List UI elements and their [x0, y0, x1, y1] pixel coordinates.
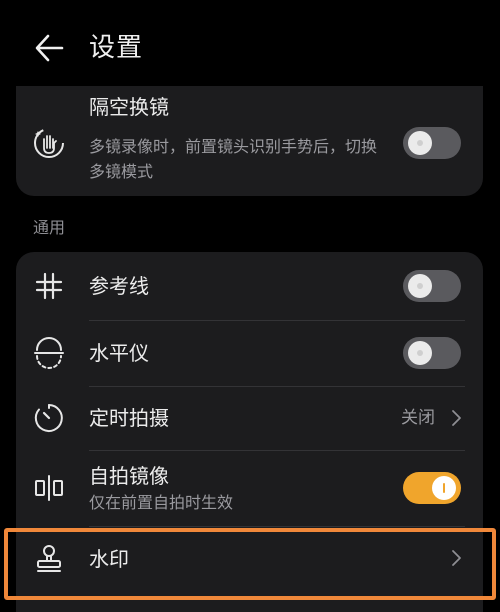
level-icon [32, 336, 66, 370]
setting-row-level[interactable]: 水平仪 [16, 320, 483, 386]
toggle-knob [408, 274, 432, 298]
timer-value: 关闭 [401, 408, 435, 428]
page-title: 设置 [89, 33, 144, 63]
setting-row-grid[interactable]: 参考线 [16, 252, 483, 320]
timer-icon [32, 401, 66, 435]
back-button[interactable] [30, 28, 70, 68]
mirror-title: 自拍镜像 [89, 464, 169, 488]
setting-row-mirror[interactable]: 自拍镜像 仅在前置自拍时生效 [16, 450, 483, 526]
air-gesture-subtitle: 多镜录像时，前置镜头识别手势后，切换多镜模式 [89, 137, 378, 181]
mirror-subtitle: 仅在前置自拍时生效 [89, 493, 234, 512]
toggle-knob [432, 476, 456, 500]
toggle-knob [408, 341, 432, 365]
grid-icon [32, 269, 66, 303]
level-toggle[interactable] [403, 337, 461, 369]
chevron-right-icon [449, 408, 463, 428]
timer-title: 定时拍摄 [89, 406, 169, 430]
setting-row-timer[interactable]: 定时拍摄 关闭 [16, 386, 483, 450]
setting-row-air-gesture[interactable]: 隔空换镜 多镜录像时，前置镜头识别手势后，切换多镜模式 [16, 86, 483, 196]
back-arrow-icon [35, 34, 64, 62]
highlight-box [4, 528, 496, 600]
mirror-icon [32, 471, 66, 505]
air-gesture-toggle[interactable] [403, 127, 461, 159]
grid-title: 参考线 [89, 274, 149, 298]
settings-card-gesture: 隔空换镜 多镜录像时，前置镜头识别手势后，切换多镜模式 [16, 86, 483, 196]
level-title: 水平仪 [89, 341, 149, 365]
toggle-knob [408, 131, 432, 155]
mirror-toggle[interactable] [403, 472, 461, 504]
grid-toggle[interactable] [403, 270, 461, 302]
header: 设置 [0, 0, 500, 92]
air-gesture-title: 隔空换镜 [89, 95, 169, 119]
section-label-general: 通用 [33, 218, 66, 237]
hand-gesture-icon [32, 126, 66, 160]
